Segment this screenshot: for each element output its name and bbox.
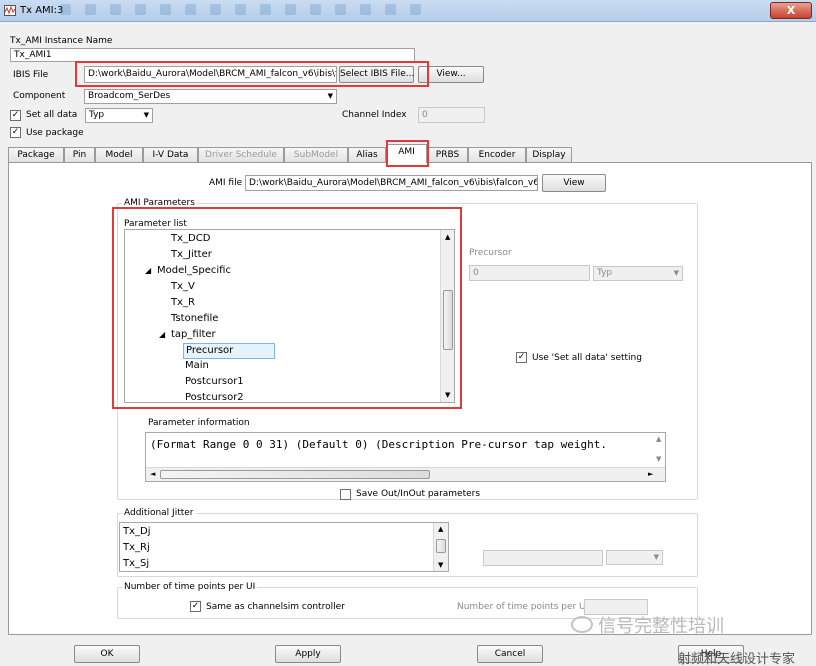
channel-index-label: Channel Index [342, 110, 407, 120]
scroll-right-icon[interactable]: ► [648, 470, 653, 478]
use-package-checkbox[interactable]: ✓ [10, 127, 21, 138]
ami-view-button[interactable]: View [542, 174, 606, 192]
tab-driver-schedule[interactable]: Driver Schedule [198, 147, 284, 162]
jitter-item-tx-rj[interactable]: Tx_Rj [123, 542, 150, 553]
expand-triangle-icon[interactable]: ◢ [145, 266, 151, 275]
additional-jitter-label: Additional Jitter [122, 508, 196, 518]
jitter-list-scroll-thumb[interactable] [436, 539, 446, 553]
tab-iv-data[interactable]: I-V Data [143, 147, 198, 162]
tab-model[interactable]: Model [95, 147, 143, 162]
chevron-down-icon: ▼ [673, 269, 679, 277]
set-all-data-value: Typ [89, 110, 105, 120]
jitter-list: Tx_Dj Tx_Rj Tx_Sj ▲ ▼ [119, 522, 449, 572]
view-ibis-button[interactable]: View... [418, 66, 484, 83]
parameter-information-label: Parameter information [148, 418, 250, 428]
instance-name-label: Tx_AMI Instance Name [10, 36, 113, 46]
parameter-information-text: (Format Range 0 0 31) (Default 0) (Descr… [150, 438, 607, 451]
tab-pin[interactable]: Pin [64, 147, 95, 162]
parameter-list-label: Parameter list [124, 219, 187, 229]
select-ibis-file-button[interactable]: Select IBIS File... [339, 66, 414, 83]
tab-display[interactable]: Display [526, 147, 572, 162]
parameter-tree-scrollbar[interactable]: ▲ ▼ [440, 230, 454, 402]
background-toolbar-ghost [60, 4, 440, 18]
set-all-data-checkbox[interactable]: ✓ [10, 110, 21, 121]
instance-name-field[interactable]: Tx_AMI1 [10, 48, 415, 62]
ok-button[interactable]: OK [74, 645, 140, 663]
parameter-information-hscrollbar[interactable]: ◄ ► [146, 467, 665, 481]
expand-triangle-icon[interactable]: ◢ [159, 330, 165, 339]
channel-index-field[interactable]: 0 [418, 107, 485, 123]
tree-item-model-specific[interactable]: Model_Specific [157, 265, 231, 276]
component-value: Broadcom_SerDes [88, 91, 171, 101]
ibis-file-field[interactable]: D:\work\Baidu_Aurora\Model\BRCM_AMI_falc… [84, 66, 337, 83]
component-select[interactable]: Broadcom_SerDes ▼ [84, 89, 337, 104]
ami-file-field[interactable]: D:\work\Baidu_Aurora\Model\BRCM_AMI_falc… [245, 175, 538, 191]
tree-item-tx-r[interactable]: Tx_R [171, 297, 195, 308]
time-points-label: Number of time points per UI [457, 602, 589, 612]
parameter-tree-scroll-thumb[interactable] [443, 290, 453, 350]
tab-encoder[interactable]: Encoder [468, 147, 526, 162]
parameter-information-box: (Format Range 0 0 31) (Default 0) (Descr… [145, 432, 666, 482]
jitter-value-field[interactable] [483, 550, 603, 566]
app-icon [4, 5, 16, 16]
scroll-up-icon[interactable]: ▲ [445, 233, 450, 241]
ibis-file-label: IBIS File [13, 70, 49, 80]
tree-item-tx-v[interactable]: Tx_V [171, 281, 195, 292]
wechat-watermark-icon [571, 616, 593, 633]
scroll-down-icon[interactable]: ▼ [656, 455, 661, 463]
use-package-label: Use package [26, 128, 84, 138]
tree-item-main[interactable]: Main [185, 360, 209, 371]
scroll-left-icon[interactable]: ◄ [150, 470, 155, 478]
tab-prbs[interactable]: PRBS [427, 147, 468, 162]
jitter-unit-select[interactable]: ▼ [606, 550, 663, 565]
tab-submodel[interactable]: SubModel [284, 147, 348, 162]
ami-parameters-group-label: AMI Parameters [122, 198, 197, 208]
precursor-corner-select[interactable]: Typ ▼ [593, 266, 683, 281]
same-as-channelsim-checkbox[interactable]: ✓ [190, 601, 201, 612]
chevron-down-icon: ▼ [653, 553, 659, 561]
tree-item-postcursor2[interactable]: Postcursor2 [185, 392, 244, 402]
window-title: Tx AMI:3 [20, 5, 64, 16]
component-label: Component [13, 91, 66, 101]
scroll-up-icon[interactable]: ▲ [438, 525, 443, 533]
close-button[interactable]: X [770, 2, 812, 19]
tab-alias[interactable]: Alias [348, 147, 386, 162]
same-as-channelsim-label: Same as channelsim controller [206, 602, 345, 612]
tree-item-postcursor1[interactable]: Postcursor1 [185, 376, 244, 387]
save-out-checkbox[interactable] [340, 489, 351, 500]
tree-item-precursor[interactable]: Precursor [183, 343, 275, 359]
precursor-value-field[interactable]: 0 [469, 265, 590, 281]
cancel-button[interactable]: Cancel [477, 645, 543, 663]
tab-ami[interactable]: AMI [386, 144, 427, 163]
watermark-line2: 射频和天线设计专家 [678, 652, 796, 666]
tree-item-tx-jitter[interactable]: Tx_Jitter [171, 249, 212, 260]
set-all-data-label: Set all data [26, 110, 78, 120]
jitter-list-scrollbar[interactable]: ▲ ▼ [433, 523, 448, 571]
use-set-all-data-checkbox[interactable]: ✓ [516, 352, 527, 363]
set-all-data-select[interactable]: Typ ▼ [85, 108, 153, 123]
chevron-down-icon: ▼ [143, 111, 149, 119]
ami-file-label: AMI file [209, 178, 243, 188]
tree-item-tstonefile[interactable]: Tstonefile [171, 313, 218, 324]
scroll-up-icon[interactable]: ▲ [656, 435, 661, 443]
use-set-all-data-label: Use 'Set all data' setting [532, 353, 642, 363]
scroll-down-icon[interactable]: ▼ [438, 561, 443, 569]
tree-item-tx-dcd[interactable]: Tx_DCD [171, 233, 210, 244]
watermark-line1: 信号完整性培训 [598, 616, 724, 637]
apply-button[interactable]: Apply [275, 645, 341, 663]
time-points-group-label: Number of time points per UI [122, 582, 258, 592]
tab-package[interactable]: Package [8, 147, 64, 162]
chevron-down-icon: ▼ [327, 92, 333, 100]
save-out-label: Save Out/InOut parameters [356, 489, 481, 499]
precursor-label: Precursor [469, 248, 512, 258]
jitter-item-tx-dj[interactable]: Tx_Dj [123, 526, 151, 537]
precursor-corner-value: Typ [597, 268, 613, 278]
tree-item-tap-filter[interactable]: tap_filter [171, 329, 216, 340]
jitter-item-tx-sj[interactable]: Tx_Sj [123, 558, 149, 569]
parameter-tree: Tx_DCD Tx_Jitter ◢ Model_Specific Tx_V T… [124, 229, 455, 403]
scroll-down-icon[interactable]: ▼ [445, 391, 450, 399]
parameter-information-scroll-thumb[interactable] [160, 470, 430, 479]
